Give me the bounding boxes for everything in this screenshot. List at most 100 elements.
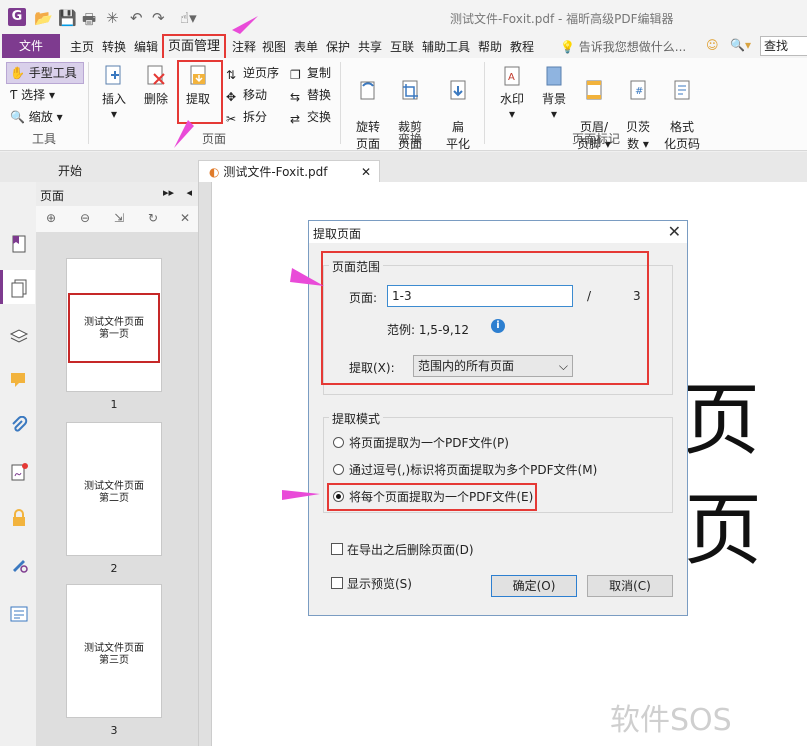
new-icon[interactable]: ✳ [106, 9, 119, 27]
background-icon [546, 66, 562, 86]
panel-splitter[interactable] [198, 182, 212, 746]
delete-page-small-icon[interactable]: ✕ [180, 211, 190, 225]
delete-after-export-label[interactable]: 在导出之后删除页面(D) [347, 541, 474, 558]
zoom-tool[interactable]: 🔍 缩放 ▾ [10, 108, 63, 125]
mode-label-single-pdf[interactable]: 将页面提取为一个PDF文件(P) [349, 434, 509, 451]
page-thumbnail[interactable]: 测试文件页面 第一页 [66, 258, 162, 392]
show-preview-checkbox[interactable] [331, 577, 343, 589]
hand-quick-icon[interactable]: ☝▾ [180, 9, 197, 27]
menu-page-management[interactable]: 页面管理 [162, 34, 227, 60]
zoom-in-page-icon[interactable]: ⊕ [46, 211, 56, 225]
page-thumbnail[interactable]: 测试文件页面 第二页 [66, 422, 162, 556]
print-icon[interactable]: 🖶 [82, 9, 96, 34]
extract-page-icon [190, 65, 206, 85]
redo-icon[interactable]: ↷ [152, 9, 165, 27]
bates-button[interactable]: # 贝茨 数 ▾ [620, 64, 656, 152]
ok-button[interactable]: 确定(O) [491, 575, 577, 597]
menu-view[interactable]: 视图 [262, 38, 286, 55]
menu-protect[interactable]: 保护 [326, 38, 350, 55]
open-icon[interactable]: 📂 [34, 9, 53, 27]
menu-convert[interactable]: 转换 [102, 38, 126, 55]
extract-option-label: 提取(X): [349, 361, 395, 375]
search-input[interactable]: 查找 [760, 36, 807, 56]
mode-radio-each-page[interactable] [333, 491, 344, 502]
form-fields-icon[interactable] [9, 604, 29, 624]
extract-button[interactable]: 提取 [179, 64, 217, 107]
menu-accessibility[interactable]: 辅助工具 [422, 38, 470, 55]
menu-connect[interactable]: 互联 [390, 38, 414, 55]
mode-radio-comma-split[interactable] [333, 464, 344, 475]
watermark-button[interactable]: A 水印 ▾ [494, 64, 530, 121]
bookmark-icon[interactable] [9, 234, 29, 254]
menu-home[interactable]: 主页 [70, 38, 94, 55]
copy-pages-button[interactable]: ❐ 复制 [290, 64, 331, 82]
tell-me-box[interactable]: 💡 告诉我您想做什么... [560, 38, 686, 55]
mode-radio-single-pdf[interactable] [333, 437, 344, 448]
split-label: 拆分 [243, 110, 268, 124]
save-icon[interactable]: 💾 [58, 9, 77, 27]
show-preview-label[interactable]: 显示预览(S) [347, 575, 412, 592]
move-pages-button[interactable]: ✥ 移动 [226, 86, 267, 104]
background-button[interactable]: 背景 ▾ [536, 64, 572, 121]
insert-page-icon [105, 65, 121, 85]
menu-tutorial[interactable]: 教程 [510, 38, 534, 55]
flatten-button[interactable]: 扁 平化 [440, 64, 476, 152]
dialog-title-bar: 提取页面 ✕ [309, 221, 687, 243]
select-tool[interactable]: Ƭ 选择 ▾ [10, 86, 55, 103]
swap-pages-button[interactable]: ⇄ 交换 [290, 108, 331, 126]
tab-document[interactable]: ◐ 测试文件-Foxit.pdf ✕ [198, 160, 380, 182]
dialog-title: 提取页面 [313, 227, 362, 241]
smiley-icon[interactable]: ☺ [706, 38, 719, 52]
title-bar: G 📂 💾 🖶 ✳ ↶ ↷ ☝▾ 测试文件-Foxit.pdf - 福昕高级PD… [0, 0, 807, 34]
app-logo-icon: G [8, 8, 26, 26]
page-range-legend: 页面范围 [329, 258, 384, 275]
delete-button[interactable]: 删除 [138, 64, 174, 107]
reverse-pages-button[interactable]: ⇅ 逆页序 [226, 64, 279, 82]
extract-option-select[interactable]: 范围内的所有页面 ⌵ [413, 355, 573, 377]
comments-icon[interactable] [9, 370, 29, 390]
tab-close-icon[interactable]: ✕ [361, 161, 371, 183]
signature-icon[interactable] [9, 462, 29, 482]
panel-collapse-icon[interactable]: ◂ [186, 186, 192, 199]
svg-text:A: A [508, 72, 515, 83]
tab-start[interactable]: 开始 [58, 160, 82, 182]
menu-form[interactable]: 表单 [294, 38, 318, 55]
mode-label-each-page[interactable]: 将每个页面提取为一个PDF文件(E) [349, 488, 533, 505]
menu-share[interactable]: 共享 [358, 38, 382, 55]
rotate-page-small-icon[interactable]: ↻ [148, 211, 158, 225]
pages-panel: 页面 ▸▸ ◂ ⊕ ⊖ ⇲ ↻ ✕ 测试文件页面 第一页 1 测试文件页面 第二… [36, 182, 198, 746]
undo-icon[interactable]: ↶ [130, 9, 143, 27]
insert-page-small-icon[interactable]: ⇲ [114, 211, 124, 225]
dialog-close-icon[interactable]: ✕ [668, 222, 681, 241]
pages-input[interactable]: 1-3 [387, 285, 573, 307]
separator [484, 62, 485, 144]
lock-icon[interactable] [9, 508, 29, 528]
thumbnail-number: 3 [110, 724, 118, 737]
menu-file[interactable]: 文件 [2, 34, 60, 58]
menu-edit[interactable]: 编辑 [134, 38, 158, 55]
zoom-out-page-icon[interactable]: ⊖ [80, 211, 90, 225]
layers-icon[interactable] [9, 326, 29, 346]
pages-icon[interactable] [9, 278, 29, 298]
folder-search-icon[interactable]: 🔍▾ [730, 38, 751, 52]
attachment-icon[interactable] [9, 416, 29, 436]
page-thumbnail[interactable]: 测试文件页面 第三页 [66, 584, 162, 718]
delete-after-export-checkbox[interactable] [331, 543, 343, 555]
format-page-number-button[interactable]: 格式 化页码 [660, 64, 704, 152]
menu-help[interactable]: 帮助 [478, 38, 502, 55]
panel-expand-icon[interactable]: ▸▸ [163, 186, 174, 199]
thumbnail-text: 测试文件页面 第一页 [84, 317, 144, 340]
rotate-pages-button[interactable]: 旋转 页面 [348, 64, 388, 152]
mode-label-comma-split[interactable]: 通过逗号(,)标识将页面提取为多个PDF文件(M) [349, 461, 597, 478]
menu-bar: 文件 主页 转换 编辑 页面管理 注释 视图 表单 保护 共享 互联 辅助工具 … [0, 34, 807, 60]
split-button[interactable]: ✂ 拆分 [226, 108, 268, 126]
crop-icon [402, 80, 418, 100]
replace-pages-button[interactable]: ⇆ 替换 [290, 86, 331, 104]
menu-comment[interactable]: 注释 [232, 38, 256, 55]
info-icon[interactable]: i [491, 319, 505, 333]
insert-button[interactable]: 插入 ▾ [96, 64, 132, 121]
pen-certify-icon[interactable] [9, 554, 29, 574]
cancel-button[interactable]: 取消(C) [587, 575, 673, 597]
extract-label: 提取 [185, 92, 210, 106]
group-label-tools: 工具 [32, 132, 57, 146]
